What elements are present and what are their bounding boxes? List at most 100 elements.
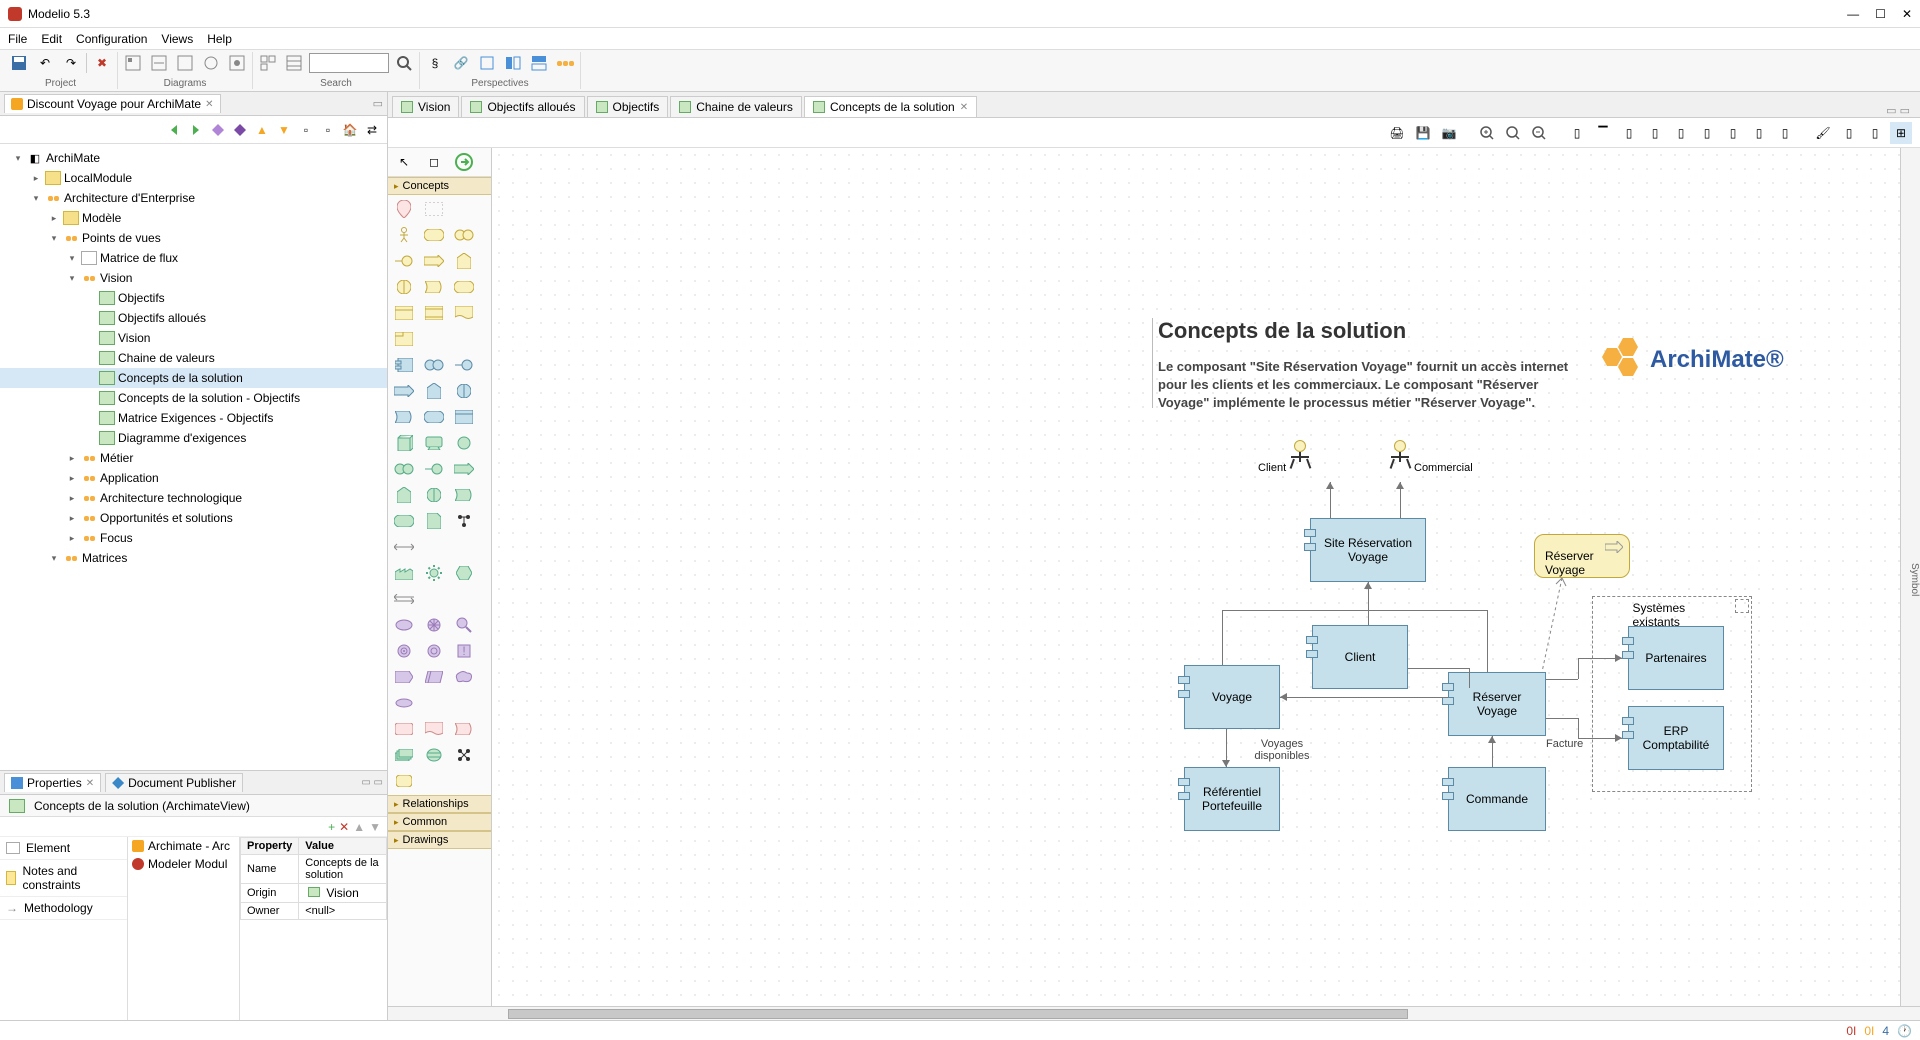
pal-facility[interactable] (392, 563, 416, 583)
align-btn-9[interactable]: ▯ (1774, 122, 1796, 144)
pal-constraint[interactable] (422, 667, 446, 687)
align-top-button[interactable]: ▔ (1592, 122, 1614, 144)
tree-item[interactable]: Objectifs alloués (0, 308, 387, 328)
pal-outcome[interactable] (422, 641, 446, 661)
pal-tech-process[interactable] (452, 459, 476, 479)
create-tool[interactable] (452, 152, 476, 172)
pal-tech-interface[interactable] (422, 459, 446, 479)
pal-junction[interactable] (452, 511, 476, 531)
pal-assessment[interactable] (452, 615, 476, 635)
tree-item[interactable]: ▸Métier (0, 448, 387, 468)
nav-btn-4[interactable] (231, 121, 249, 139)
explorer-tab[interactable]: Discount Voyage pour ArchiMate ✕ (4, 94, 221, 113)
tree-item[interactable]: ▾Matrices (0, 548, 387, 568)
pal-role[interactable] (422, 225, 446, 245)
panel-min-icon[interactable]: ▭ ▭ (361, 777, 383, 788)
pal-interface[interactable] (392, 251, 416, 271)
pal-app-function[interactable] (422, 381, 446, 401)
search-button[interactable] (393, 52, 415, 74)
pal-contract[interactable] (422, 303, 446, 323)
maximize-button[interactable]: ☐ (1875, 7, 1886, 21)
editor-tab[interactable]: Vision (392, 96, 459, 117)
palette-section[interactable]: Drawings (388, 831, 491, 849)
nav-up-button[interactable]: ▲ (253, 121, 271, 139)
palette-section[interactable]: Relationships (388, 795, 491, 813)
component-erp[interactable]: ERP Comptabilité (1628, 706, 1724, 770)
pal-service[interactable] (452, 277, 476, 297)
pal-representation[interactable] (452, 303, 476, 323)
diagram-btn-3[interactable] (174, 52, 196, 74)
pal-requirement[interactable] (392, 667, 416, 687)
docpub-tab[interactable]: Document Publisher (105, 773, 243, 792)
editor-tab[interactable]: Chaine de valeurs (670, 96, 802, 117)
pal-actor[interactable] (392, 225, 416, 245)
props-notes[interactable]: Notes and constraints (0, 860, 127, 897)
grid-button[interactable] (257, 52, 279, 74)
align-btn-7[interactable]: ▯ (1722, 122, 1744, 144)
align-btn-4[interactable]: ▯ (1644, 122, 1666, 144)
diagram-btn-1[interactable] (122, 52, 144, 74)
select-tool[interactable]: ↖ (392, 152, 416, 172)
pal-tech-collab[interactable] (392, 459, 416, 479)
pal-dist-network[interactable] (392, 589, 416, 609)
close-button[interactable]: ✕ (1902, 7, 1912, 21)
pal-tech-interaction[interactable] (422, 485, 446, 505)
pal-driver[interactable] (422, 615, 446, 635)
zoom-in-button[interactable] (1476, 122, 1498, 144)
pal-workpackage[interactable] (392, 719, 416, 739)
pal-object[interactable] (392, 303, 416, 323)
home-button[interactable]: 🏠 (341, 121, 359, 139)
props-mid-item[interactable]: Archimate - Arc (128, 837, 239, 855)
close-tab-icon[interactable]: ✕ (86, 778, 94, 789)
align-btn-8[interactable]: ▯ (1748, 122, 1770, 144)
pal-deliverable[interactable] (422, 719, 446, 739)
pal-plateau[interactable] (392, 745, 416, 765)
persp-btn-5[interactable] (528, 52, 550, 74)
pal-interaction[interactable] (392, 277, 416, 297)
tree-item[interactable]: Diagramme d'exigences (0, 428, 387, 448)
editor-min-icon[interactable]: ▭ ▭ (1886, 104, 1916, 117)
component-referentiel[interactable]: Référentiel Portefeuille (1184, 767, 1280, 831)
menu-file[interactable]: File (8, 32, 27, 46)
tree-item[interactable]: ▸Focus (0, 528, 387, 548)
pal-data-object[interactable] (452, 407, 476, 427)
props-del-icon[interactable]: ✕ (339, 820, 349, 834)
pal-tech-service[interactable] (392, 511, 416, 531)
grid-toggle-button[interactable]: ⊞ (1890, 122, 1912, 144)
pal-network[interactable] (452, 745, 476, 765)
palette-section[interactable]: Common (388, 813, 491, 831)
align-btn-6[interactable]: ▯ (1696, 122, 1718, 144)
nav-down-button[interactable]: ▼ (275, 121, 293, 139)
pal-app-interface[interactable] (452, 355, 476, 375)
persp-btn-4[interactable] (502, 52, 524, 74)
zoom-reset-button[interactable] (1502, 122, 1524, 144)
save-button[interactable] (8, 52, 30, 74)
nav-back-button[interactable] (165, 121, 183, 139)
pal-tech-function[interactable] (392, 485, 416, 505)
diagram-btn-5[interactable] (226, 52, 248, 74)
props-down-icon[interactable]: ▼ (369, 820, 381, 834)
pal-equipment[interactable] (422, 563, 446, 583)
props-up-icon[interactable]: ▲ (353, 820, 365, 834)
editor-tab-active[interactable]: Concepts de la solution✕ (804, 96, 977, 117)
menu-views[interactable]: Views (161, 32, 193, 46)
persp-btn-3[interactable] (476, 52, 498, 74)
marquee-tool[interactable]: ◻ (422, 152, 446, 172)
redo-button[interactable]: ↷ (60, 52, 82, 74)
tree-item[interactable]: Concepts de la solution - Objectifs (0, 388, 387, 408)
pal-implevent[interactable] (452, 719, 476, 739)
process-reserver[interactable]: Réserver Voyage (1534, 534, 1630, 578)
tree-item-selected[interactable]: Concepts de la solution (0, 368, 387, 388)
props-add-icon[interactable]: + (328, 820, 335, 834)
pal-principle[interactable]: ! (452, 641, 476, 661)
pal-meaning[interactable] (452, 667, 476, 687)
pal-app-collab[interactable] (422, 355, 446, 375)
style-button[interactable]: 🖌 (1812, 122, 1834, 144)
pal-node[interactable] (392, 433, 416, 453)
pal-device[interactable] (422, 433, 446, 453)
menu-configuration[interactable]: Configuration (76, 32, 147, 46)
pal-gap[interactable] (422, 745, 446, 765)
editor-tab[interactable]: Objectifs alloués (461, 96, 584, 117)
table-button[interactable] (283, 52, 305, 74)
pal-capability[interactable] (392, 771, 416, 791)
